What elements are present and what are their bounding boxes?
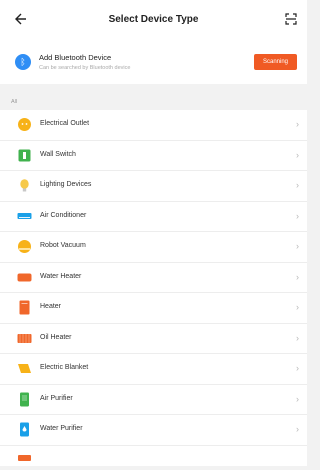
device-type-list: Electrical Outlet › Wall Switch › Lighti… bbox=[0, 110, 307, 466]
water-purifier-icon bbox=[20, 422, 29, 437]
device-label: Wall Switch bbox=[40, 150, 76, 158]
air-purifier-icon bbox=[20, 392, 29, 406]
chevron-right-icon: › bbox=[296, 271, 299, 282]
heater-icon bbox=[19, 300, 30, 315]
chevron-right-icon: › bbox=[296, 363, 299, 373]
chevron-right-icon: › bbox=[296, 332, 299, 343]
device-item-air-purifier[interactable]: Air Purifier › bbox=[0, 385, 307, 415]
outlet-icon bbox=[18, 118, 31, 131]
device-item-air-conditioner[interactable]: Air Conditioner › bbox=[0, 202, 307, 232]
scan-icon[interactable] bbox=[285, 13, 297, 25]
chevron-right-icon: › bbox=[296, 302, 299, 312]
device-label: Heater bbox=[40, 303, 62, 310]
device-item-oil-heater[interactable]: Oil Heater › bbox=[0, 324, 307, 354]
device-label: Lighting Devices bbox=[40, 181, 92, 188]
device-label: Water Heater bbox=[40, 272, 82, 280]
page-title: Select Device Type bbox=[108, 14, 199, 25]
bulb-icon bbox=[20, 179, 29, 192]
device-label: Oil Heater bbox=[40, 333, 72, 341]
device-item-water-heater[interactable]: Water Heater › bbox=[0, 263, 307, 293]
bluetooth-card[interactable]: ᛒ Add Bluetooth Device Can be searched b… bbox=[0, 40, 307, 84]
chevron-right-icon: › bbox=[296, 241, 299, 251]
chevron-right-icon: › bbox=[296, 424, 299, 434]
switch-icon bbox=[18, 149, 31, 161]
water-heater-icon bbox=[17, 273, 32, 281]
device-label: Air Conditioner bbox=[40, 211, 87, 219]
bluetooth-subtitle: Can be searched by Bluetooth device bbox=[39, 65, 131, 71]
chevron-right-icon: › bbox=[296, 149, 299, 160]
device-label: Robot Vacuum bbox=[40, 242, 86, 249]
robot-vacuum-icon bbox=[18, 240, 31, 253]
device-label: Water Purifier bbox=[40, 425, 83, 432]
chevron-right-icon: › bbox=[296, 119, 299, 129]
device-item-lighting-devices[interactable]: Lighting Devices › bbox=[0, 171, 307, 202]
device-label: Air Purifier bbox=[40, 394, 73, 402]
chevron-right-icon: › bbox=[296, 393, 299, 404]
device-item-water-purifier[interactable]: Water Purifier › bbox=[0, 415, 307, 446]
blanket-icon bbox=[18, 364, 31, 373]
header-bar: Select Device Type bbox=[0, 0, 307, 40]
section-label: All bbox=[11, 99, 18, 105]
device-item-robot-vacuum[interactable]: Robot Vacuum › bbox=[0, 232, 307, 263]
chevron-right-icon: › bbox=[296, 210, 299, 221]
device-label: Electrical Outlet bbox=[40, 120, 90, 127]
device-label: Electric Blanket bbox=[40, 364, 89, 371]
device-icon bbox=[18, 454, 31, 461]
device-item-wall-switch[interactable]: Wall Switch › bbox=[0, 141, 307, 171]
air-conditioner-icon bbox=[17, 212, 32, 219]
oil-heater-icon bbox=[17, 333, 32, 343]
bluetooth-title: Add Bluetooth Device bbox=[39, 53, 112, 62]
device-item-electrical-outlet[interactable]: Electrical Outlet › bbox=[0, 110, 307, 141]
device-item-partial[interactable] bbox=[0, 446, 307, 466]
device-item-electric-blanket[interactable]: Electric Blanket › bbox=[0, 354, 307, 385]
scanning-button[interactable]: Scanning bbox=[254, 54, 297, 70]
device-item-heater[interactable]: Heater › bbox=[0, 293, 307, 324]
chevron-right-icon: › bbox=[296, 180, 299, 190]
bluetooth-icon: ᛒ bbox=[15, 54, 31, 70]
